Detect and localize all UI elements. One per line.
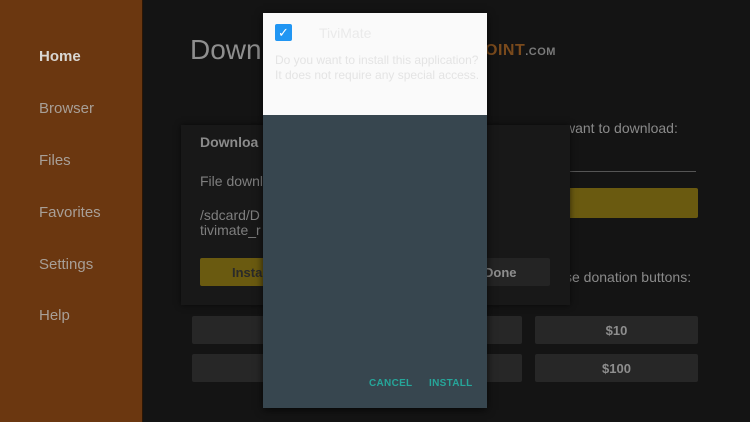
- download-dialog-title: Downloa: [200, 134, 259, 150]
- brand-logo: OINT.COM: [485, 42, 556, 60]
- sidebar-item-settings[interactable]: Settings: [39, 256, 93, 273]
- brand-text: OINT: [485, 42, 526, 59]
- sidebar: Home Browser Files Favorites Settings He…: [0, 0, 143, 422]
- sidebar-item-files[interactable]: Files: [39, 152, 71, 169]
- url-prompt: want to download:: [565, 120, 678, 136]
- brand-suffix: .COM: [525, 46, 556, 58]
- sidebar-item-help[interactable]: Help: [39, 307, 70, 324]
- page-title: Downl: [190, 34, 268, 65]
- donation-button-10[interactable]: $10: [535, 316, 698, 344]
- sidebar-item-favorites[interactable]: Favorites: [39, 204, 101, 221]
- install-dialog: ✓ TiviMate Do you want to install this a…: [263, 13, 487, 408]
- download-filename: tivimate_r: [200, 222, 261, 238]
- app-name: TiviMate: [319, 25, 372, 41]
- go-button[interactable]: [565, 188, 698, 218]
- install-dialog-header: ✓ TiviMate Do you want to install this a…: [263, 13, 487, 115]
- sidebar-item-browser[interactable]: Browser: [39, 100, 94, 117]
- donation-button-100[interactable]: $100: [535, 354, 698, 382]
- download-path: /sdcard/D: [200, 207, 260, 223]
- url-input[interactable]: [565, 171, 696, 172]
- donation-text: se donation buttons:: [565, 269, 692, 285]
- download-message: File downl: [200, 173, 264, 189]
- install-question: Do you want to install this application?…: [275, 53, 480, 82]
- sidebar-item-home[interactable]: Home: [39, 48, 81, 65]
- app-check-icon: ✓: [275, 24, 292, 41]
- cancel-button[interactable]: CANCEL: [369, 378, 412, 389]
- install-button[interactable]: INSTALL: [429, 378, 473, 389]
- download-install-button[interactable]: Insta: [200, 258, 270, 286]
